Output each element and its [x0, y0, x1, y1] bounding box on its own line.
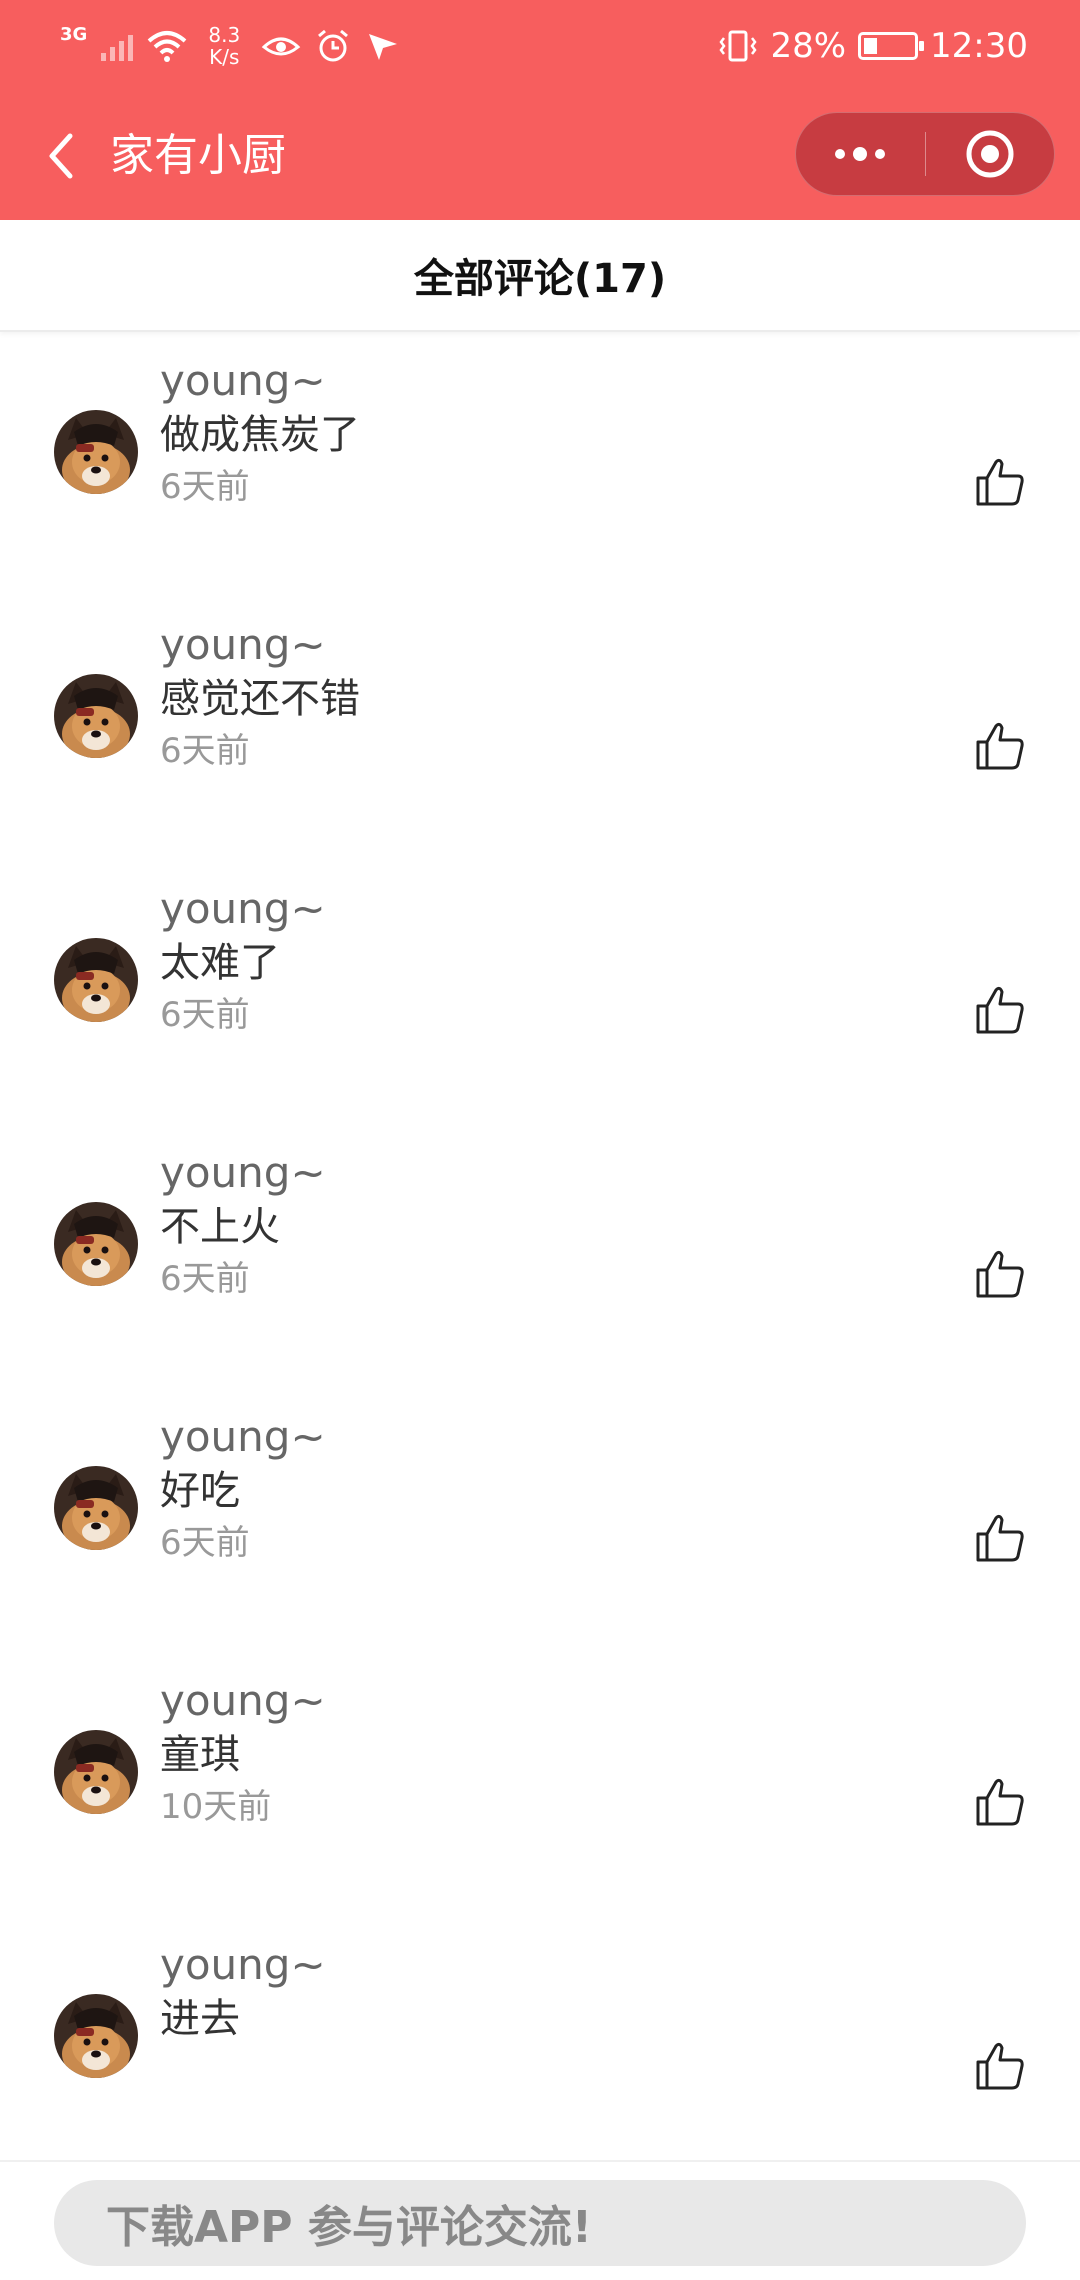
- avatar[interactable]: [54, 938, 138, 1022]
- battery-icon: [858, 32, 925, 60]
- avatar[interactable]: [54, 410, 138, 494]
- like-button[interactable]: [970, 1774, 1030, 1834]
- thumbs-up-icon: [974, 2040, 1026, 2096]
- comment-item[interactable]: young~ 不上火 6天前: [0, 1136, 1080, 1400]
- page-title: 家有小厨: [110, 130, 286, 181]
- status-right: 28% 12:30: [718, 22, 1028, 70]
- avatar[interactable]: [54, 1202, 138, 1286]
- comment-username[interactable]: young~: [160, 1674, 326, 1728]
- chevron-left-icon: [49, 133, 73, 179]
- battery-percent: 28%: [770, 26, 847, 66]
- thumbs-up-icon: [974, 1776, 1026, 1832]
- thumbs-up-icon: [974, 1512, 1026, 1568]
- like-button[interactable]: [970, 1510, 1030, 1570]
- like-button[interactable]: [970, 718, 1030, 778]
- comment-item[interactable]: young~ 好吃 6天前: [0, 1400, 1080, 1664]
- comment-item[interactable]: young~ 太难了 6天前: [0, 872, 1080, 1136]
- comment-item[interactable]: young~ 童琪 10天前: [0, 1664, 1080, 1928]
- avatar[interactable]: [54, 1994, 138, 2078]
- comments-title: 全部评论(17): [413, 256, 667, 302]
- comment-text: 童琪: [160, 1732, 240, 1778]
- comment-text: 进去: [160, 1996, 240, 2042]
- comment-username[interactable]: young~: [160, 1410, 326, 1464]
- thumbs-up-icon: [974, 1248, 1026, 1304]
- comment-time: 10天前: [160, 1787, 272, 1827]
- more-button[interactable]: [796, 112, 925, 196]
- download-app-button[interactable]: 下载APP 参与评论交流!: [54, 2180, 1026, 2266]
- comment-username[interactable]: young~: [160, 618, 326, 672]
- clock: 12:30: [930, 26, 1028, 66]
- comment-time: 6天前: [160, 995, 250, 1035]
- status-left: 3G 8.3 K/s: [60, 22, 401, 70]
- more-dots-icon: [835, 147, 886, 161]
- avatar[interactable]: [54, 674, 138, 758]
- comment-time: 6天前: [160, 1523, 250, 1563]
- like-button[interactable]: [970, 1246, 1030, 1306]
- comment-time: 6天前: [160, 1259, 250, 1299]
- like-button[interactable]: [970, 454, 1030, 514]
- thumbs-up-icon: [974, 984, 1026, 1040]
- like-button[interactable]: [970, 982, 1030, 1042]
- comment-username[interactable]: young~: [160, 1938, 326, 1992]
- comment-list[interactable]: young~ 做成焦炭了 6天前 young~ 感觉还不错 6天前 young~…: [0, 334, 1080, 2160]
- comment-text: 感觉还不错: [160, 676, 360, 722]
- thumbs-up-icon: [974, 456, 1026, 512]
- like-button[interactable]: [970, 2038, 1030, 2098]
- vibrate-icon: [719, 30, 757, 62]
- wifi-icon: [147, 31, 187, 62]
- battery-fill: [864, 38, 878, 54]
- eye-icon: [262, 37, 301, 56]
- download-app-label: 下载APP 参与评论交流!: [106, 2202, 592, 2253]
- comment-username[interactable]: young~: [160, 882, 326, 936]
- comment-time: 6天前: [160, 731, 250, 771]
- top-bar: 3G 8.3 K/s 28% 12:30 家有小厨: [0, 0, 1080, 220]
- signal-icon: [101, 31, 134, 61]
- bottom-bar: 下载APP 参与评论交流!: [0, 2160, 1080, 2280]
- comment-time: 6天前: [160, 467, 250, 507]
- avatar[interactable]: [54, 1466, 138, 1550]
- comment-text: 不上火: [160, 1204, 280, 1250]
- comment-item[interactable]: young~ 做成焦炭了 6天前: [0, 344, 1080, 608]
- speed-value: 8.3: [208, 23, 241, 47]
- network-speed: 8.3 K/s: [201, 24, 247, 68]
- comment-text: 太难了: [160, 940, 280, 986]
- comment-text: 好吃: [160, 1468, 240, 1514]
- alarm-icon: [318, 29, 349, 62]
- nav-bar: 家有小厨: [0, 92, 1080, 220]
- speed-unit: K/s: [209, 45, 240, 69]
- avatar[interactable]: [54, 1730, 138, 1814]
- capsule-menu: [795, 112, 1055, 196]
- comment-username[interactable]: young~: [160, 354, 326, 408]
- comment-username[interactable]: young~: [160, 1146, 326, 1200]
- network-type: 3G: [60, 23, 88, 45]
- comment-text: 做成焦炭了: [160, 412, 360, 458]
- thumbs-up-icon: [974, 720, 1026, 776]
- comment-item[interactable]: young~ 感觉还不错 6天前: [0, 608, 1080, 872]
- comments-header: 全部评论(17): [0, 220, 1080, 332]
- back-button[interactable]: [34, 124, 86, 188]
- status-bar: 3G 8.3 K/s 28% 12:30: [0, 0, 1080, 92]
- location-arrow-icon: [369, 34, 398, 60]
- close-miniprogram-button[interactable]: [925, 112, 1054, 196]
- comment-item[interactable]: young~ 进去: [0, 1928, 1080, 2160]
- target-close-icon: [966, 130, 1014, 178]
